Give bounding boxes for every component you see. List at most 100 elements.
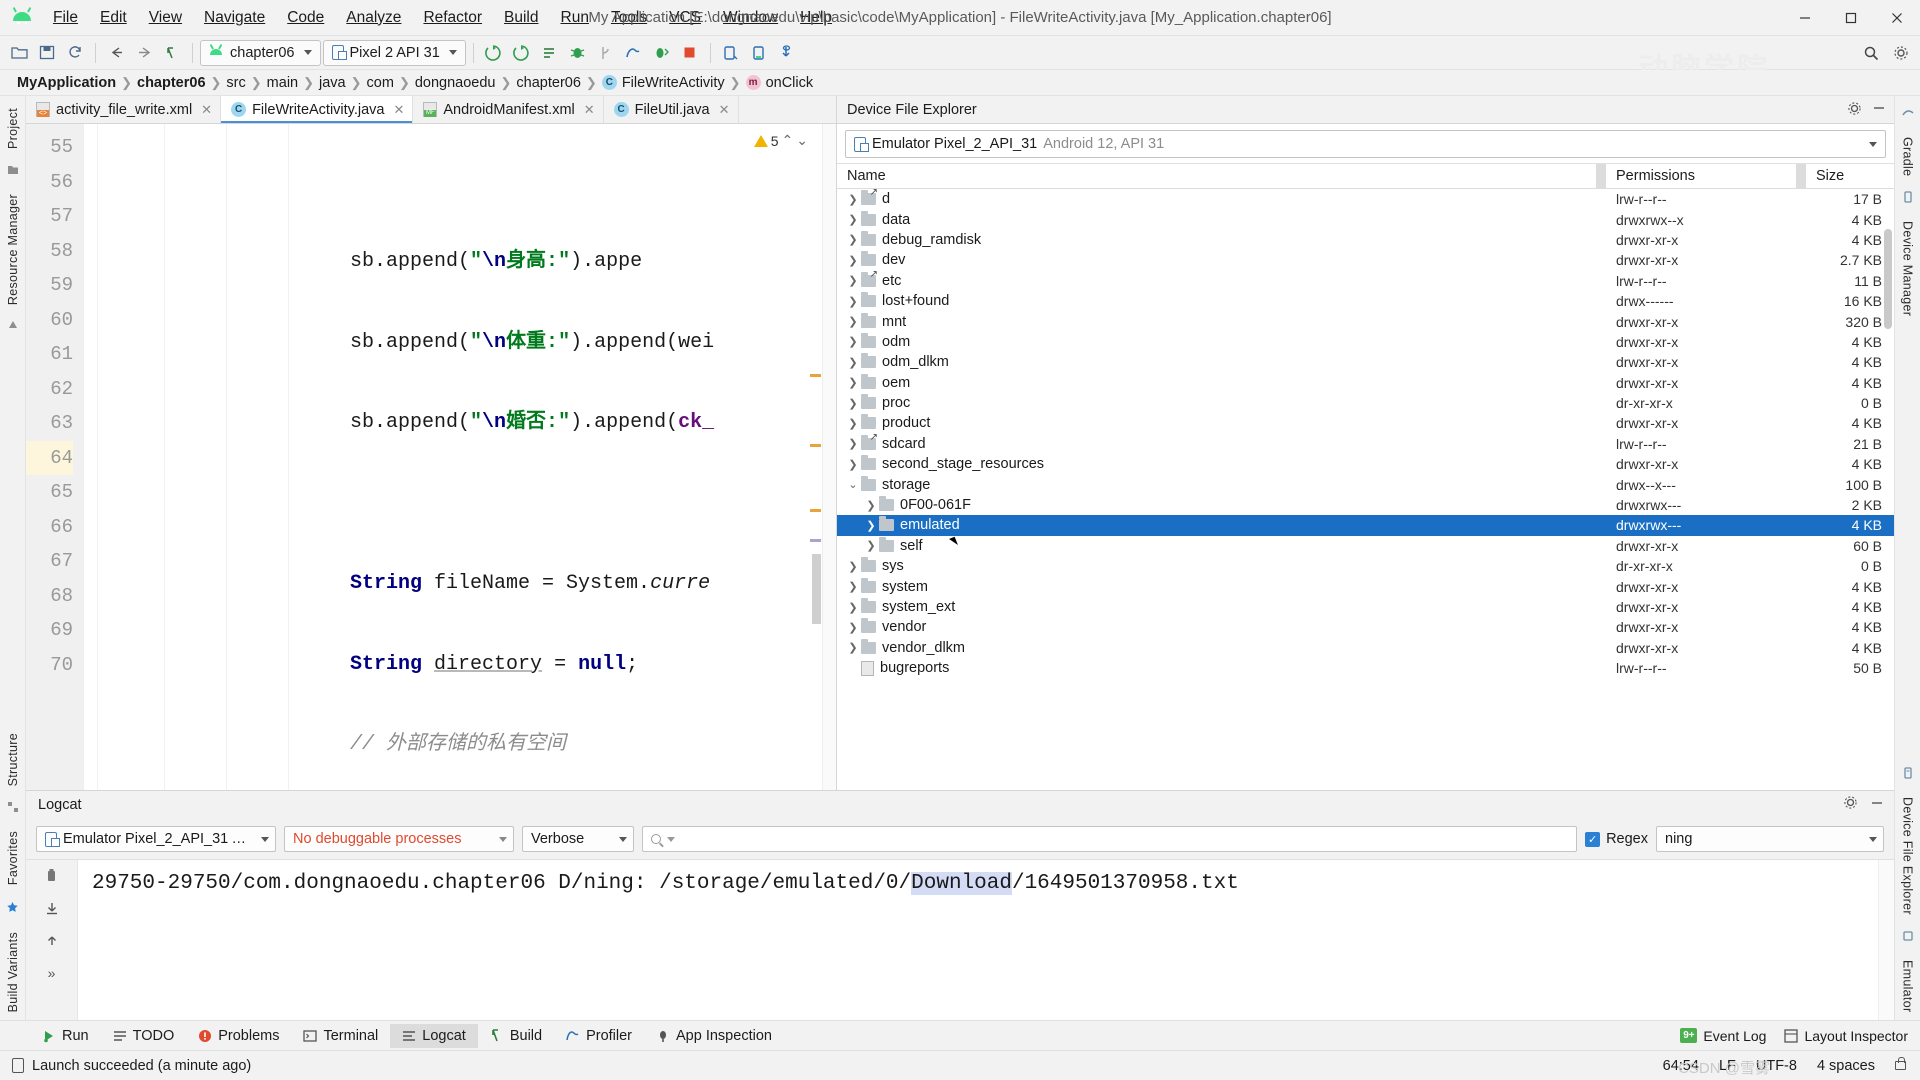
menu-refactor[interactable]: Refactor — [412, 4, 493, 32]
save-all-icon[interactable] — [34, 40, 60, 66]
tab-activity-file-write-xml[interactable]: activity_file_write.xml ✕ — [26, 96, 222, 123]
breadcrumb-item-onclick[interactable]: m onClick — [741, 75, 819, 91]
tree-scrollbar[interactable] — [1884, 229, 1892, 329]
file-tree-row[interactable]: ❯ 0F00-061F drwxrwx--- 2 KB — [837, 495, 1894, 515]
breadcrumb-item-filewriteactivity[interactable]: C FileWriteActivity — [597, 75, 730, 91]
layout-inspector-button[interactable]: Layout Inspector — [1784, 1028, 1908, 1044]
chevron-right-icon[interactable]: ❯ — [845, 580, 861, 593]
minimize-button[interactable] — [1782, 0, 1828, 36]
logcat-search-input[interactable] — [642, 826, 1578, 852]
module-selector[interactable]: chapter06 — [200, 39, 321, 66]
menu-navigate[interactable]: Navigate — [193, 4, 276, 32]
chevron-right-icon[interactable]: ❯ — [863, 499, 879, 512]
file-tree-row[interactable]: ❯ system drwxr-xr-x 4 KB — [837, 576, 1894, 596]
attach-debugger-icon[interactable] — [593, 40, 619, 66]
breadcrumb-item-com[interactable]: com — [362, 75, 399, 91]
scroll-down-icon[interactable] — [45, 901, 59, 919]
file-tree-row[interactable]: ❯ d lrw-r--r-- 17 B — [837, 189, 1894, 209]
menu-window[interactable]: Window — [712, 4, 789, 32]
menu-edit[interactable]: Edit — [89, 4, 138, 32]
sidebar-item-structure[interactable]: Structure — [6, 725, 20, 794]
chevron-right-icon[interactable]: ❯ — [845, 641, 861, 654]
menu-file[interactable]: File — [42, 4, 89, 32]
chevron-right-icon[interactable]: ❯ — [845, 621, 861, 634]
breadcrumb-item-dongnaoedu[interactable]: dongnaoedu — [410, 75, 501, 91]
logcat-process-selector[interactable]: No debuggable processes — [284, 826, 514, 852]
file-tree-row[interactable]: ❯ odm drwxr-xr-x 4 KB — [837, 332, 1894, 352]
tool-button-terminal[interactable]: Terminal — [291, 1024, 390, 1048]
tool-button-run[interactable]: Run — [30, 1024, 101, 1048]
gradle-icon[interactable] — [1901, 107, 1914, 122]
minimize-icon[interactable] — [1872, 101, 1886, 118]
close-button[interactable] — [1874, 0, 1920, 36]
code-area[interactable]: 55 56 57 58 59 60 61 62 63 64 65 66 67 6… — [26, 124, 836, 790]
sidebar-item-build-variants[interactable]: Build Variants — [6, 924, 20, 1020]
logcat-regex-toggle[interactable]: ✓ Regex — [1585, 831, 1648, 847]
search-icon[interactable] — [1858, 40, 1884, 66]
breadcrumb-item-src[interactable]: src — [221, 75, 250, 91]
file-tree-row[interactable]: ❯ lost+found drwx------ 16 KB — [837, 291, 1894, 311]
run-with-profiler-icon[interactable] — [649, 40, 675, 66]
editor-warning-stripe[interactable] — [822, 124, 836, 790]
code-folding-strip[interactable] — [84, 124, 98, 790]
gear-icon[interactable] — [1843, 795, 1858, 815]
breadcrumb-item-main[interactable]: main — [262, 75, 303, 91]
chevron-right-icon[interactable]: ❯ — [845, 213, 861, 226]
file-tree-row[interactable]: ❯ sys dr-xr-xr-x 0 B — [837, 556, 1894, 576]
menu-help[interactable]: Help — [789, 4, 843, 32]
breadcrumb-item-chapter06[interactable]: chapter06 — [132, 75, 211, 91]
tab-androidmanifest-xml[interactable]: AndroidManifest.xml ✕ — [413, 96, 604, 123]
structure-icon[interactable] — [7, 801, 19, 816]
column-header-name[interactable]: Name — [837, 168, 1596, 184]
prev-warning-icon[interactable]: ⌃ — [782, 132, 794, 149]
avd-manager-icon[interactable] — [718, 40, 744, 66]
indent-setting[interactable]: 4 spaces — [1817, 1058, 1875, 1074]
chevron-right-icon[interactable]: ❯ — [845, 233, 861, 246]
sidebar-item-gradle[interactable]: Gradle — [1901, 129, 1915, 184]
file-tree-row[interactable]: ❯ mnt drwxr-xr-x 320 B — [837, 311, 1894, 331]
device-file-explorer-icon[interactable] — [1902, 767, 1914, 782]
project-structure-icon[interactable] — [7, 164, 19, 179]
chevron-right-icon[interactable]: ❯ — [863, 519, 879, 532]
chevron-right-icon[interactable]: ❯ — [845, 397, 861, 410]
chevron-right-icon[interactable]: ❯ — [845, 295, 861, 308]
lock-icon[interactable] — [1895, 1057, 1906, 1070]
close-icon[interactable]: ✕ — [393, 102, 404, 118]
file-tree-row[interactable]: ❯ debug_ramdisk drwxr-xr-x 4 KB — [837, 230, 1894, 250]
sidebar-item-resource-manager[interactable]: Resource Manager — [6, 186, 20, 313]
gear-icon[interactable] — [1888, 40, 1914, 66]
chevron-right-icon[interactable]: ❯ — [845, 274, 861, 287]
undo-arrow-icon[interactable] — [159, 40, 185, 66]
breadcrumb-item-myapplication[interactable]: MyApplication — [12, 75, 121, 91]
sidebar-item-device-file-explorer[interactable]: Device File Explorer — [1901, 789, 1915, 923]
tool-button-todo[interactable]: TODO — [101, 1024, 187, 1048]
dfe-device-selector[interactable]: Emulator Pixel_2_API_31 Android 12, API … — [845, 130, 1886, 158]
close-icon[interactable]: ✕ — [719, 102, 730, 118]
tool-button-logcat[interactable]: Logcat — [390, 1023, 478, 1048]
tool-button-problems[interactable]: Problems — [186, 1024, 291, 1048]
file-tree-row[interactable]: ❯ second_stage_resources drwxr-xr-x 4 KB — [837, 454, 1894, 474]
maximize-button[interactable] — [1828, 0, 1874, 36]
scroll-up-icon[interactable] — [45, 933, 59, 951]
open-folder-icon[interactable] — [6, 40, 32, 66]
code-text[interactable]: sb.append("\n身高:").appe sb.append("\n体重:… — [98, 124, 836, 790]
inspection-warning-indicator[interactable]: 5 ⌃ ⌄ — [753, 132, 808, 149]
sidebar-item-device-manager[interactable]: Device Manager — [1901, 213, 1915, 324]
device-selector[interactable]: Pixel 2 API 31 — [322, 39, 466, 66]
menu-tools[interactable]: Tools — [600, 4, 658, 32]
logcat-filter-selector[interactable]: ning — [1656, 826, 1884, 852]
debug-icon[interactable] — [565, 40, 591, 66]
run-icon[interactable] — [481, 40, 507, 66]
chevron-right-icon[interactable]: ❯ — [845, 601, 861, 614]
breadcrumb-item-chapter06-pkg[interactable]: chapter06 — [511, 75, 586, 91]
close-icon[interactable]: ✕ — [201, 102, 212, 118]
sidebar-item-project[interactable]: Project — [6, 100, 20, 157]
trash-icon[interactable] — [45, 868, 58, 887]
star-icon[interactable] — [6, 901, 19, 917]
chevron-right-icon[interactable]: ❯ — [845, 376, 861, 389]
sidebar-item-favorites[interactable]: Favorites — [6, 823, 20, 893]
chevron-right-icon[interactable]: ❯ — [845, 356, 861, 369]
chevron-right-icon[interactable]: ❯ — [845, 335, 861, 348]
apply-changes-icon[interactable] — [537, 40, 563, 66]
file-tree-row[interactable]: ❯ self drwxr-xr-x 60 B — [837, 536, 1894, 556]
